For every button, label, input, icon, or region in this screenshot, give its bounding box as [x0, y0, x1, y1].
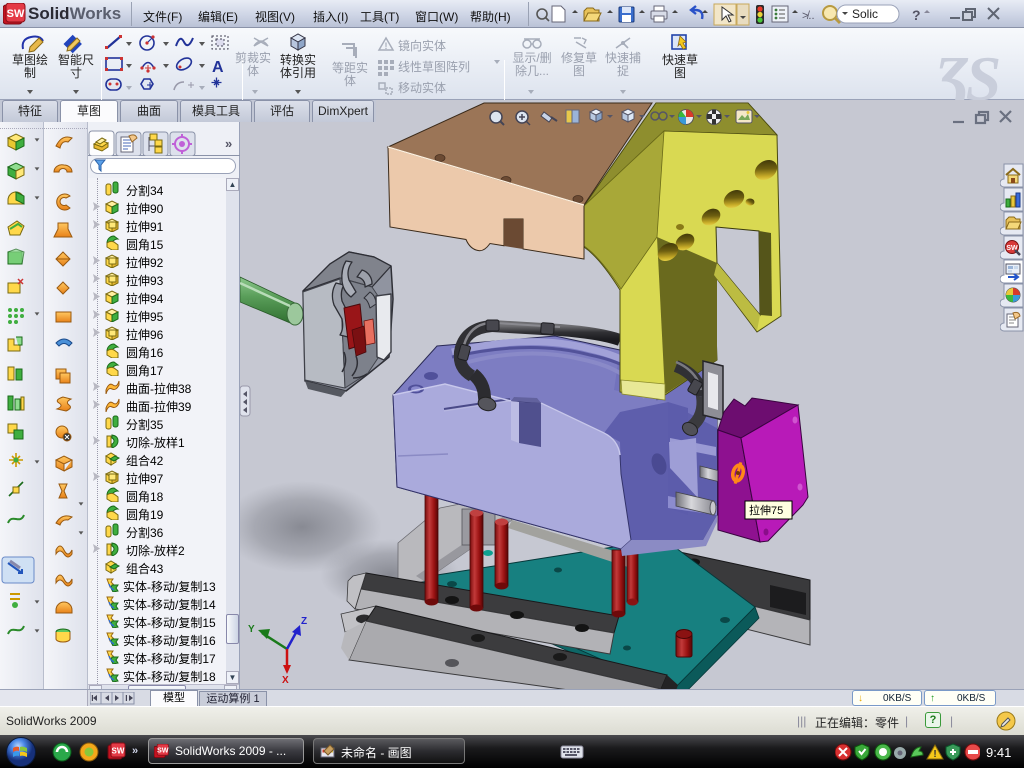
- svg-text:?: ?: [912, 7, 921, 23]
- svg-text:拉伸75: 拉伸75: [749, 503, 783, 517]
- svg-text:Z: Z: [301, 616, 307, 627]
- svg-text:A: A: [212, 59, 224, 76]
- svg-text:≯..: ≯..: [802, 10, 815, 22]
- svg-text:X: X: [282, 675, 289, 686]
- svg-text:»: »: [132, 745, 138, 757]
- svg-text:Y: Y: [248, 624, 255, 635]
- svg-text:SW: SW: [112, 747, 125, 756]
- svg-text:!: !: [385, 41, 388, 51]
- svg-text:SW: SW: [157, 745, 169, 754]
- svg-text:!: !: [933, 749, 936, 760]
- svg-text:SW: SW: [7, 8, 25, 20]
- svg-text:»: »: [225, 136, 232, 151]
- svg-text:Solic: Solic: [852, 7, 878, 21]
